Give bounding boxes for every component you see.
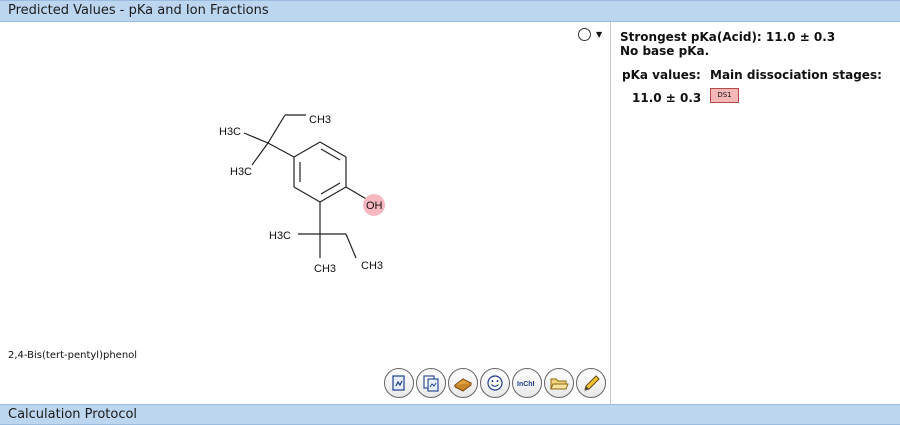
panel-header-predicted-values: Predicted Values - pKa and Ion Fractions <box>0 0 900 22</box>
export-image-icon <box>392 375 405 391</box>
smiley-icon <box>487 375 503 391</box>
molecule-structure: H3C CH3 H3C OH H3C CH3 CH3 <box>219 114 385 275</box>
atom-label: CH3 <box>309 114 331 126</box>
svg-text:InChI: InChI <box>517 381 535 388</box>
chevron-down-icon[interactable]: ▼ <box>596 30 602 39</box>
panel-title: Calculation Protocol <box>8 407 138 422</box>
atom-label: H3C <box>230 166 252 178</box>
structure-panel: H3C CH3 H3C OH H3C CH3 CH3 ▼ 2,4-Bis(ter… <box>0 22 611 404</box>
copy-structure-button[interactable] <box>416 368 446 398</box>
edit-pencil-icon <box>584 375 600 391</box>
atom-label: H3C <box>269 230 291 242</box>
atom-label: CH3 <box>314 263 336 275</box>
panel-title: Predicted Values - pKa and Ion Fractions <box>8 3 269 18</box>
option-radio-button[interactable] <box>578 28 591 41</box>
atom-label: H3C <box>219 126 241 138</box>
book-icon <box>454 378 472 392</box>
strongest-acid-pka: Strongest pKa(Acid): 11.0 ± 0.3 <box>620 30 836 44</box>
copy-structure-icon <box>423 375 439 392</box>
dissociation-stages-header: Main dissociation stages: <box>710 68 882 82</box>
base-pka-note: No base pKa. <box>620 44 710 58</box>
dissociation-stage-badge[interactable]: DS1 <box>710 88 739 103</box>
structure-toolbar: InChI <box>384 368 606 398</box>
inchi-button[interactable]: InChI <box>512 368 542 398</box>
results-panel: Strongest pKa(Acid): 11.0 ± 0.3 No base … <box>612 22 900 404</box>
literature-button[interactable] <box>448 368 478 398</box>
atom-label: CH3 <box>361 260 383 272</box>
pka-summary: Strongest pKa(Acid): 11.0 ± 0.3 No base … <box>620 30 835 58</box>
pka-value: 11.0 ± 0.3 <box>632 91 702 105</box>
open-file-button[interactable] <box>544 368 574 398</box>
compound-name: 2,4-Bis(tert-pentyl)phenol <box>8 350 138 361</box>
pka-values-header: pKa values: <box>622 68 701 82</box>
edit-structure-button[interactable] <box>576 368 606 398</box>
smiles-button[interactable] <box>480 368 510 398</box>
export-image-button[interactable] <box>384 368 414 398</box>
panel-header-calculation-protocol[interactable]: Calculation Protocol <box>0 404 900 425</box>
inchi-icon: InChI <box>517 381 535 388</box>
open-folder-icon <box>550 378 569 390</box>
atom-label-oh: OH <box>366 200 383 212</box>
